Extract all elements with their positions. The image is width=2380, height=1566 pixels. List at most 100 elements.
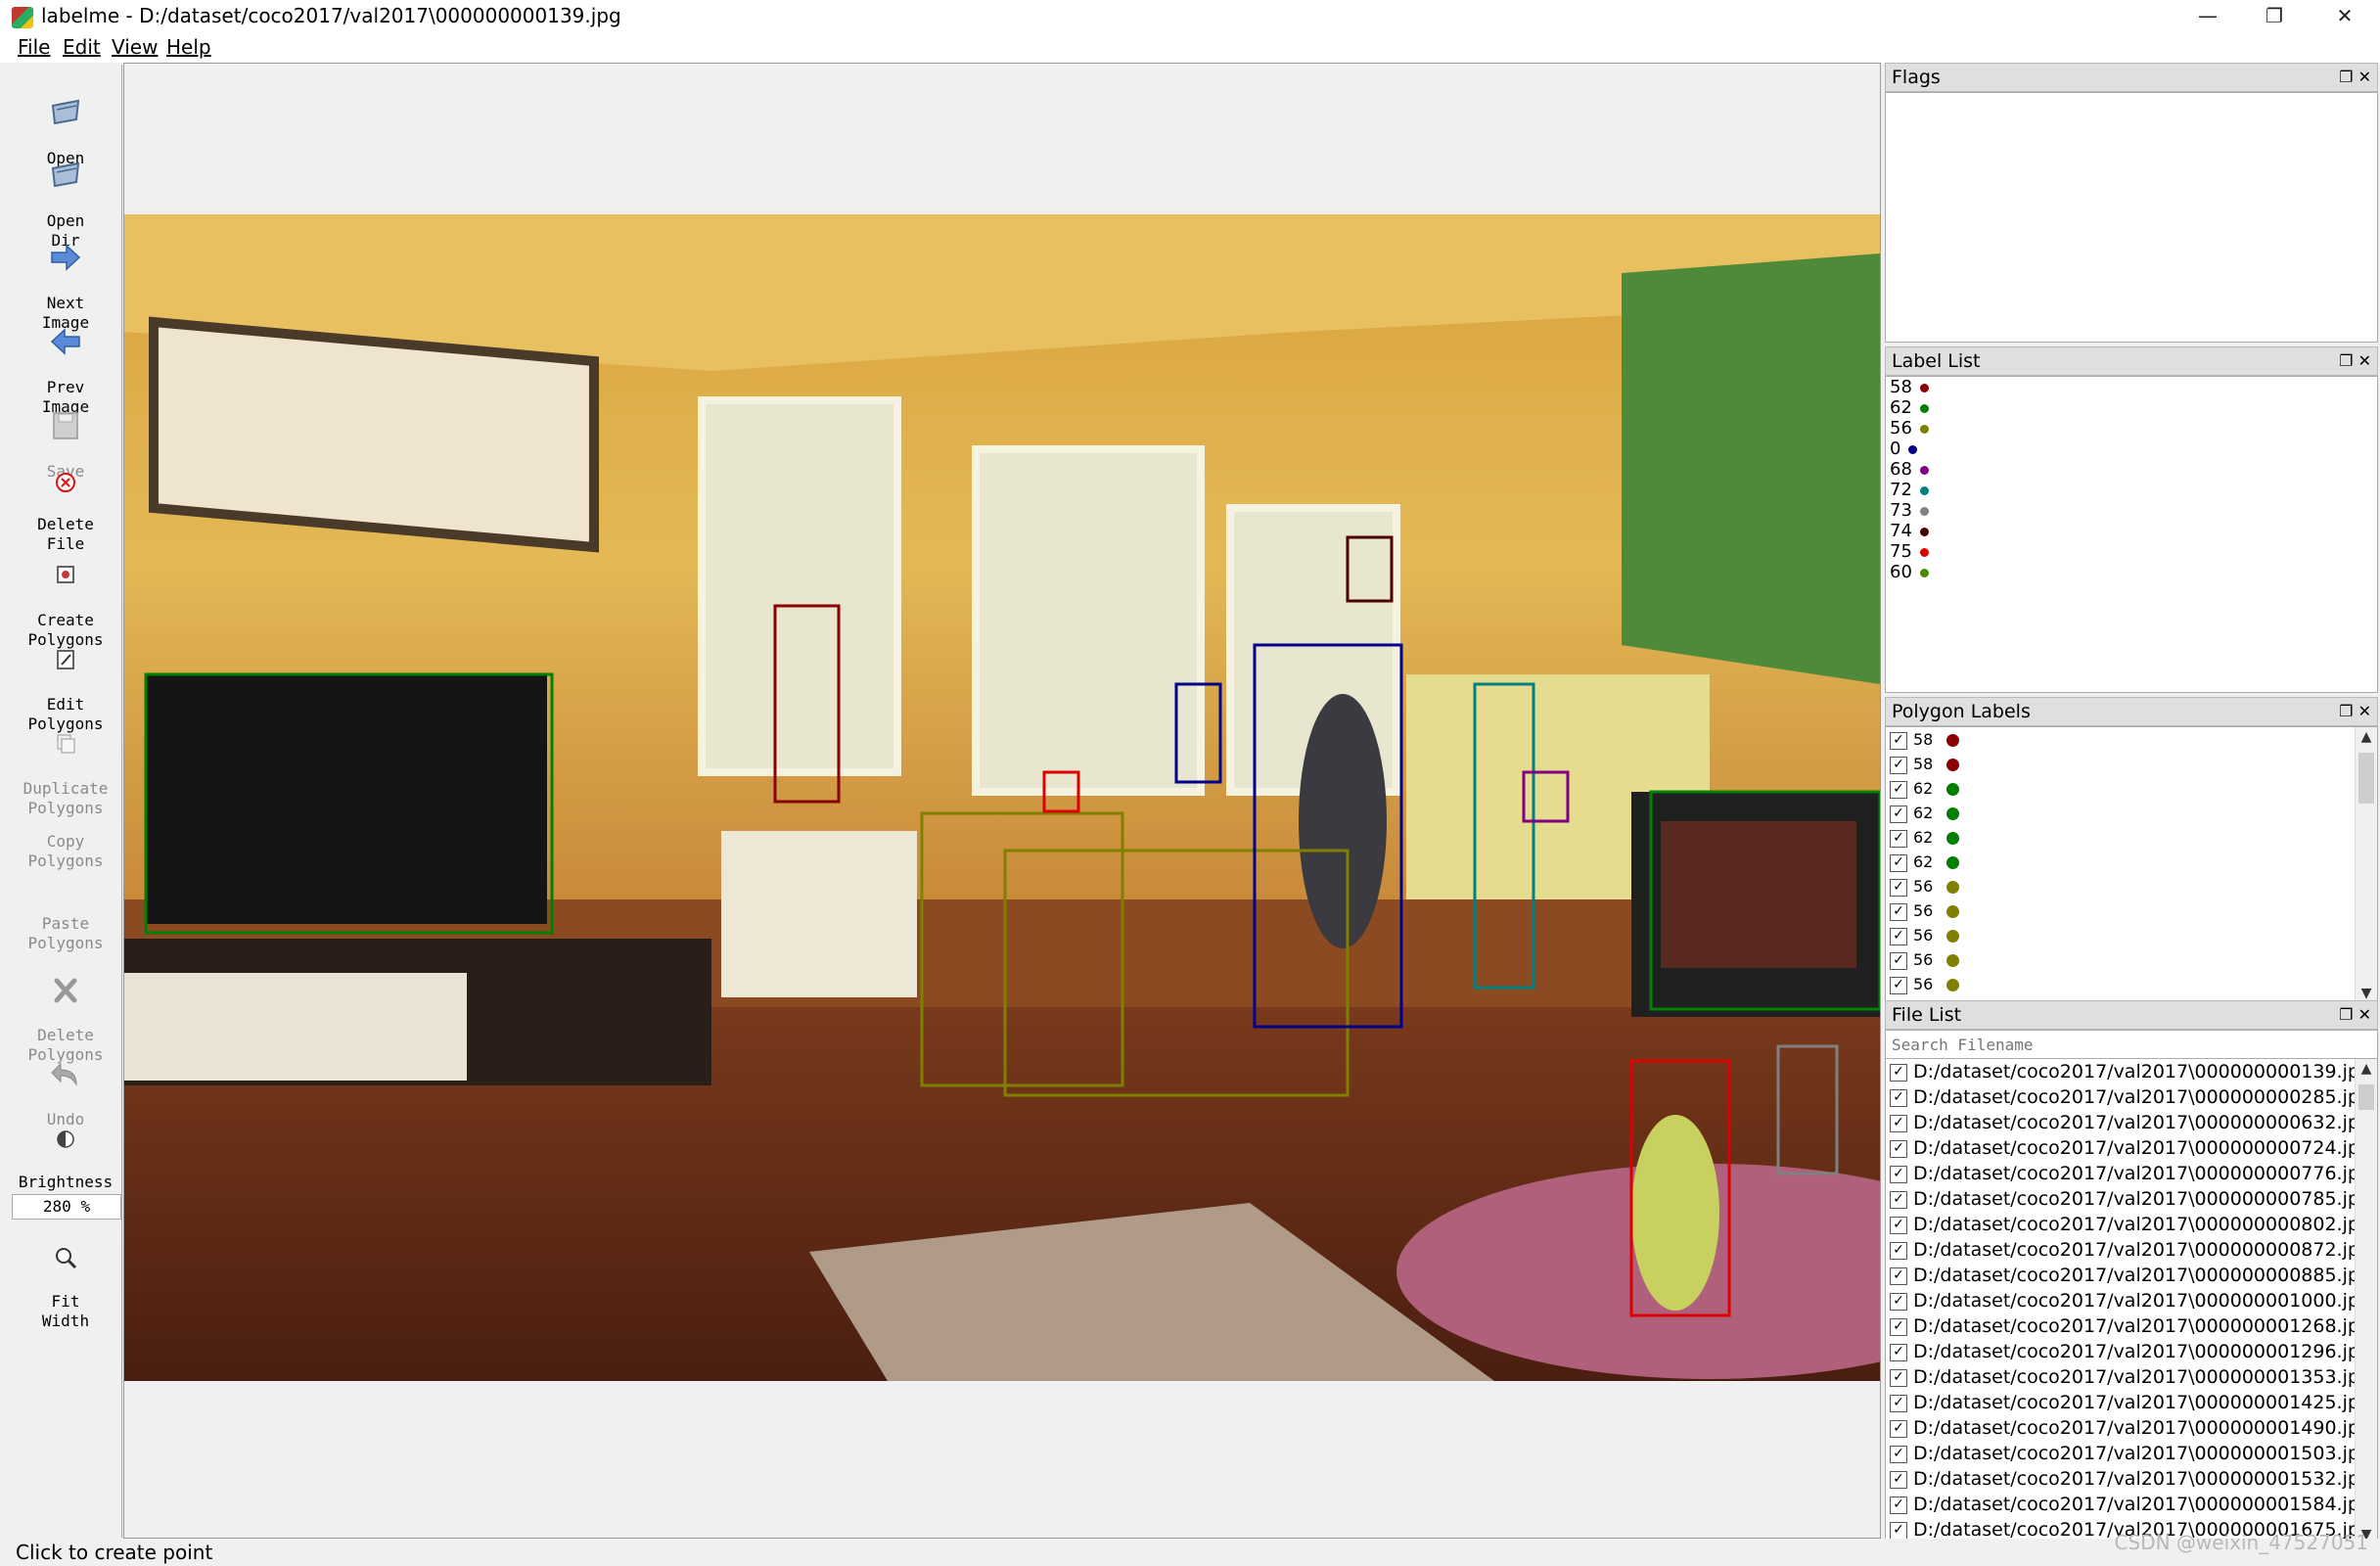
delete-file-button[interactable]: Delete File bbox=[10, 452, 121, 554]
scroll-up-icon[interactable]: ▲ bbox=[2356, 1061, 2377, 1077]
polygon-label-item[interactable]: ✓ 62 bbox=[1886, 850, 2377, 874]
label-list-item[interactable]: 58 bbox=[1886, 377, 2377, 397]
scroll-down-icon[interactable]: ▼ bbox=[2356, 986, 2377, 1001]
file-list-item[interactable]: ✓ D:/dataset/coco2017/val2017\00000000080… bbox=[1886, 1212, 2377, 1237]
dock-float-close-icons[interactable]: ❐ ✕ bbox=[2339, 64, 2371, 91]
minimize-button[interactable]: — bbox=[2174, 0, 2241, 33]
edit-pencil-icon bbox=[57, 650, 74, 669]
folder-open-icon bbox=[51, 99, 80, 125]
file-list-item[interactable]: ✓ D:/dataset/coco2017/val2017\00000000028… bbox=[1886, 1084, 2377, 1110]
image-canvas[interactable] bbox=[123, 63, 1881, 1539]
polygon-label-item[interactable]: ✓ 56 bbox=[1886, 923, 2377, 947]
checkbox[interactable]: ✓ bbox=[1890, 1088, 1907, 1107]
checkbox[interactable]: ✓ bbox=[1890, 1496, 1907, 1514]
label-list-item[interactable]: 0 bbox=[1886, 438, 2377, 459]
checkbox[interactable]: ✓ bbox=[1890, 976, 1907, 994]
tv-stand-front bbox=[124, 973, 467, 1081]
paste-polygons-button[interactable]: Paste Polygons bbox=[10, 895, 121, 953]
label-list-item[interactable]: 62 bbox=[1886, 397, 2377, 418]
file-list-item[interactable]: ✓ D:/dataset/coco2017/val2017\00000000013… bbox=[1886, 1059, 2377, 1084]
checkbox[interactable]: ✓ bbox=[1890, 1521, 1907, 1540]
checkbox[interactable]: ✓ bbox=[1890, 829, 1907, 848]
label-list-item[interactable]: 73 bbox=[1886, 500, 2377, 521]
search-filename-input[interactable] bbox=[1890, 1033, 2373, 1056]
close-window-button[interactable]: ✕ bbox=[2311, 0, 2378, 33]
file-list-item[interactable]: ✓ D:/dataset/coco2017/val2017\00000000088… bbox=[1886, 1263, 2377, 1288]
annotated-photo[interactable] bbox=[124, 214, 1880, 1381]
checkbox[interactable]: ✓ bbox=[1890, 1063, 1907, 1082]
dock-float-close-icons[interactable]: ❐ ✕ bbox=[2339, 347, 2371, 375]
checkbox[interactable]: ✓ bbox=[1890, 1317, 1907, 1336]
checkbox[interactable]: ✓ bbox=[1890, 1241, 1907, 1260]
checkbox[interactable]: ✓ bbox=[1890, 1470, 1907, 1489]
menu-help[interactable]: Help bbox=[166, 35, 211, 59]
file-list-item[interactable]: ✓ D:/dataset/coco2017/val2017\00000000087… bbox=[1886, 1237, 2377, 1263]
menu-view[interactable]: View bbox=[112, 35, 158, 59]
file-list-item[interactable]: ✓ D:/dataset/coco2017/val2017\00000000129… bbox=[1886, 1339, 2377, 1364]
label-list-item[interactable]: 60 bbox=[1886, 562, 2377, 582]
polygon-label-item[interactable]: ✓ 56 bbox=[1886, 972, 2377, 996]
scroll-up-icon[interactable]: ▲ bbox=[2356, 729, 2377, 745]
checkbox[interactable]: ✓ bbox=[1890, 805, 1907, 823]
watermark: CSDN @weixin_47527051 bbox=[2114, 1531, 2368, 1554]
checkbox[interactable]: ✓ bbox=[1890, 951, 1907, 970]
file-list-item[interactable]: ✓ D:/dataset/coco2017/val2017\00000000135… bbox=[1886, 1364, 2377, 1390]
checkbox[interactable]: ✓ bbox=[1890, 1114, 1907, 1132]
checkbox[interactable]: ✓ bbox=[1890, 1165, 1907, 1183]
checkbox[interactable]: ✓ bbox=[1890, 1394, 1907, 1412]
file-list-item[interactable]: ✓ D:/dataset/coco2017/val2017\00000000153… bbox=[1886, 1466, 2377, 1492]
polygon-label-item[interactable]: ✓ 62 bbox=[1886, 801, 2377, 825]
scroll-thumb[interactable] bbox=[2358, 753, 2374, 804]
polygon-label-item[interactable]: ✓ 62 bbox=[1886, 825, 2377, 850]
file-list-item[interactable]: ✓ D:/dataset/coco2017/val2017\00000000077… bbox=[1886, 1161, 2377, 1186]
polygon-label-item[interactable]: ✓ 56 bbox=[1886, 898, 2377, 923]
dock-float-close-icons[interactable]: ❐ ✕ bbox=[2339, 1001, 2371, 1029]
polygon-label-item[interactable]: ✓ 56 bbox=[1886, 947, 2377, 972]
file-list-item[interactable]: ✓ D:/dataset/coco2017/val2017\00000000100… bbox=[1886, 1288, 2377, 1313]
dock-float-close-icons[interactable]: ❐ ✕ bbox=[2339, 698, 2371, 725]
menu-file[interactable]: File bbox=[18, 35, 50, 59]
file-list-item[interactable]: ✓ D:/dataset/coco2017/val2017\00000000150… bbox=[1886, 1441, 2377, 1466]
file-list-scrollbar[interactable]: ▲ ▼ bbox=[2355, 1059, 2377, 1544]
zoom-spinbox[interactable]: 280 % bbox=[12, 1194, 121, 1220]
checkbox[interactable]: ✓ bbox=[1890, 1445, 1907, 1463]
checkbox[interactable]: ✓ bbox=[1890, 1292, 1907, 1311]
polygon-label-item[interactable]: ✓ 62 bbox=[1886, 776, 2377, 801]
file-list-item[interactable]: ✓ D:/dataset/coco2017/val2017\00000000063… bbox=[1886, 1110, 2377, 1135]
polygon-label-item[interactable]: ✓ 58 bbox=[1886, 752, 2377, 776]
polygon-labels-scrollbar[interactable]: ▲ ▼ bbox=[2355, 727, 2377, 1003]
scroll-thumb[interactable] bbox=[2358, 1084, 2374, 1110]
polygon-label-item[interactable]: ✓ 58 bbox=[1886, 727, 2377, 752]
checkbox[interactable]: ✓ bbox=[1890, 1216, 1907, 1234]
file-list-item[interactable]: ✓ D:/dataset/coco2017/val2017\00000000149… bbox=[1886, 1415, 2377, 1441]
label-list-item[interactable]: 75 bbox=[1886, 541, 2377, 562]
menu-edit[interactable]: Edit bbox=[63, 35, 101, 59]
checkbox[interactable]: ✓ bbox=[1890, 902, 1907, 921]
label-list-item[interactable]: 68 bbox=[1886, 459, 2377, 480]
maximize-button[interactable]: ❐ bbox=[2241, 0, 2308, 33]
checkbox[interactable]: ✓ bbox=[1890, 853, 1907, 872]
checkbox[interactable]: ✓ bbox=[1890, 1368, 1907, 1387]
copy-polygons-button[interactable]: Copy Polygons bbox=[10, 812, 121, 871]
checkbox[interactable]: ✓ bbox=[1890, 756, 1907, 774]
duplicate-polygons-button[interactable]: Duplicate Polygons bbox=[10, 713, 121, 818]
checkbox[interactable]: ✓ bbox=[1890, 878, 1907, 897]
checkbox[interactable]: ✓ bbox=[1890, 731, 1907, 750]
checkbox[interactable]: ✓ bbox=[1890, 1419, 1907, 1438]
checkbox[interactable]: ✓ bbox=[1890, 1267, 1907, 1285]
label-list-item[interactable]: 74 bbox=[1886, 521, 2377, 541]
label-list-item[interactable]: 72 bbox=[1886, 480, 2377, 500]
file-list-item[interactable]: ✓ D:/dataset/coco2017/val2017\00000000078… bbox=[1886, 1186, 2377, 1212]
checkbox[interactable]: ✓ bbox=[1890, 780, 1907, 799]
file-list-item[interactable]: ✓ D:/dataset/coco2017/val2017\00000000072… bbox=[1886, 1135, 2377, 1161]
file-list-item[interactable]: ✓ D:/dataset/coco2017/val2017\00000000126… bbox=[1886, 1313, 2377, 1339]
checkbox[interactable]: ✓ bbox=[1890, 1190, 1907, 1209]
fit-width-button[interactable]: Fit Width bbox=[10, 1225, 121, 1331]
checkbox[interactable]: ✓ bbox=[1890, 1343, 1907, 1361]
file-list-item[interactable]: ✓ D:/dataset/coco2017/val2017\00000000142… bbox=[1886, 1390, 2377, 1415]
checkbox[interactable]: ✓ bbox=[1890, 1139, 1907, 1158]
label-list-item[interactable]: 56 bbox=[1886, 418, 2377, 438]
checkbox[interactable]: ✓ bbox=[1890, 927, 1907, 945]
polygon-label-item[interactable]: ✓ 56 bbox=[1886, 874, 2377, 898]
file-list-item[interactable]: ✓ D:/dataset/coco2017/val2017\00000000158… bbox=[1886, 1492, 2377, 1517]
